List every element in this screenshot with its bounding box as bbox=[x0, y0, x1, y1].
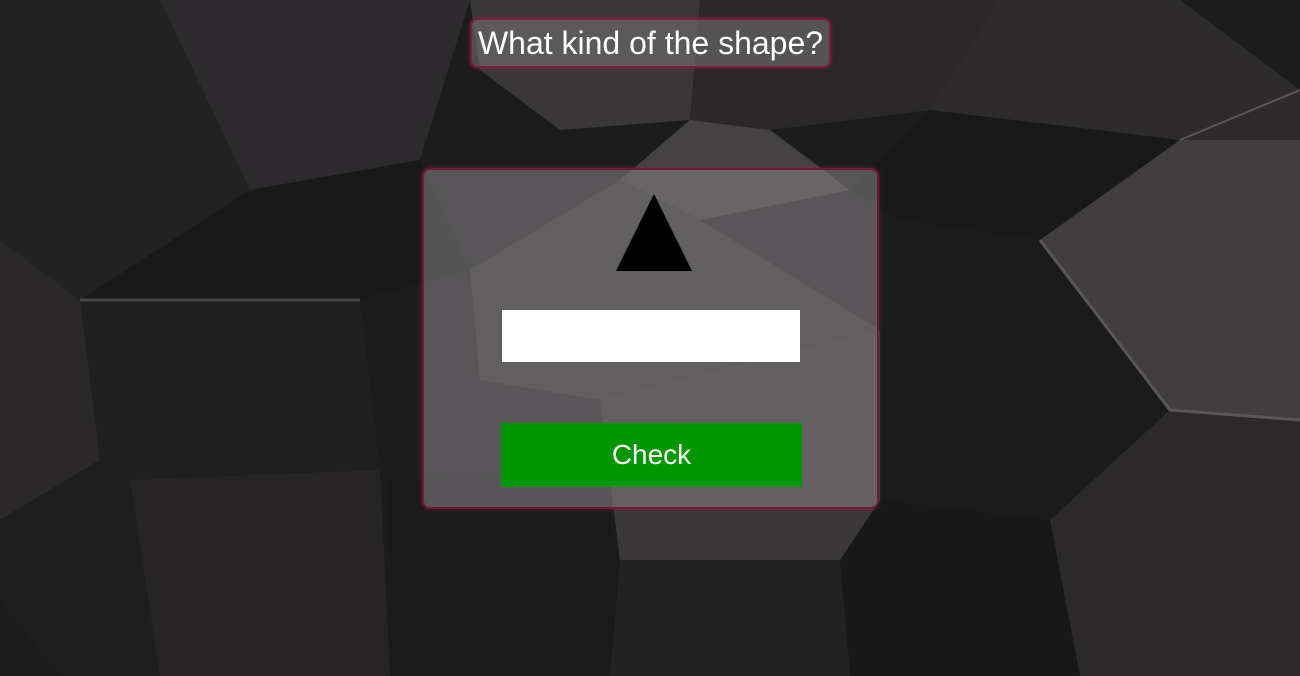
check-button[interactable]: Check bbox=[501, 423, 802, 487]
quiz-card: Check bbox=[422, 168, 879, 509]
answer-input[interactable] bbox=[502, 310, 800, 362]
triangle-icon bbox=[616, 194, 692, 271]
question-title: What kind of the shape? bbox=[470, 18, 831, 68]
